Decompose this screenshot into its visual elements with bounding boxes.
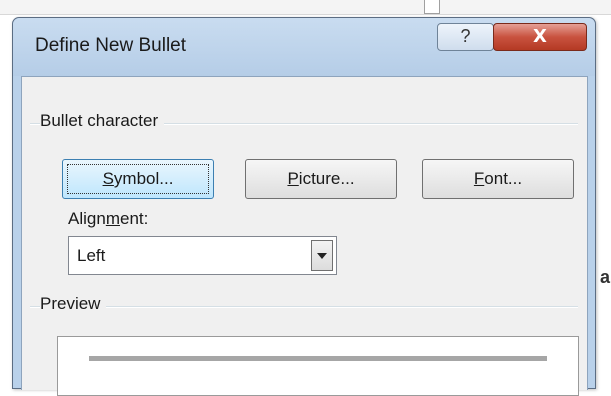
help-icon: ? (460, 26, 471, 46)
preview-group-label: Preview (40, 294, 107, 314)
alignment-selected-value: Left (77, 246, 106, 265)
close-button[interactable]: X (493, 23, 587, 51)
font-button[interactable]: Font... (422, 159, 574, 199)
picture-button[interactable]: Picture... (245, 159, 397, 199)
symbol-button[interactable]: Symbol... (62, 159, 214, 199)
preview-group-line (30, 306, 578, 308)
symbol-label: ymbol... (113, 169, 174, 188)
font-label: ont... (484, 169, 523, 188)
close-icon: X (533, 26, 547, 47)
help-button[interactable]: ? (437, 23, 494, 51)
font-mnemonic: F (473, 169, 485, 188)
document-handle (424, 0, 440, 14)
bullet-character-group-label: Bullet character (40, 111, 165, 131)
picture-mnemonic: P (287, 169, 299, 188)
dropdown-arrow-icon[interactable] (311, 240, 333, 271)
alignment-select[interactable]: Left (68, 236, 337, 275)
define-new-bullet-dialog: Define New Bullet ? X Bullet character S… (12, 17, 596, 396)
dialog-title: Define New Bullet (35, 35, 187, 56)
document-ruler-edge (0, 0, 611, 15)
dialog-titlebar[interactable]: Define New Bullet ? X (13, 18, 595, 76)
alignment-label: Alignment: (68, 209, 149, 228)
preview-box (57, 336, 579, 396)
picture-label: icture... (298, 169, 355, 188)
document-text-fragment: a (600, 267, 611, 287)
symbol-mnemonic: S (102, 169, 114, 188)
preview-text-line (89, 356, 547, 361)
